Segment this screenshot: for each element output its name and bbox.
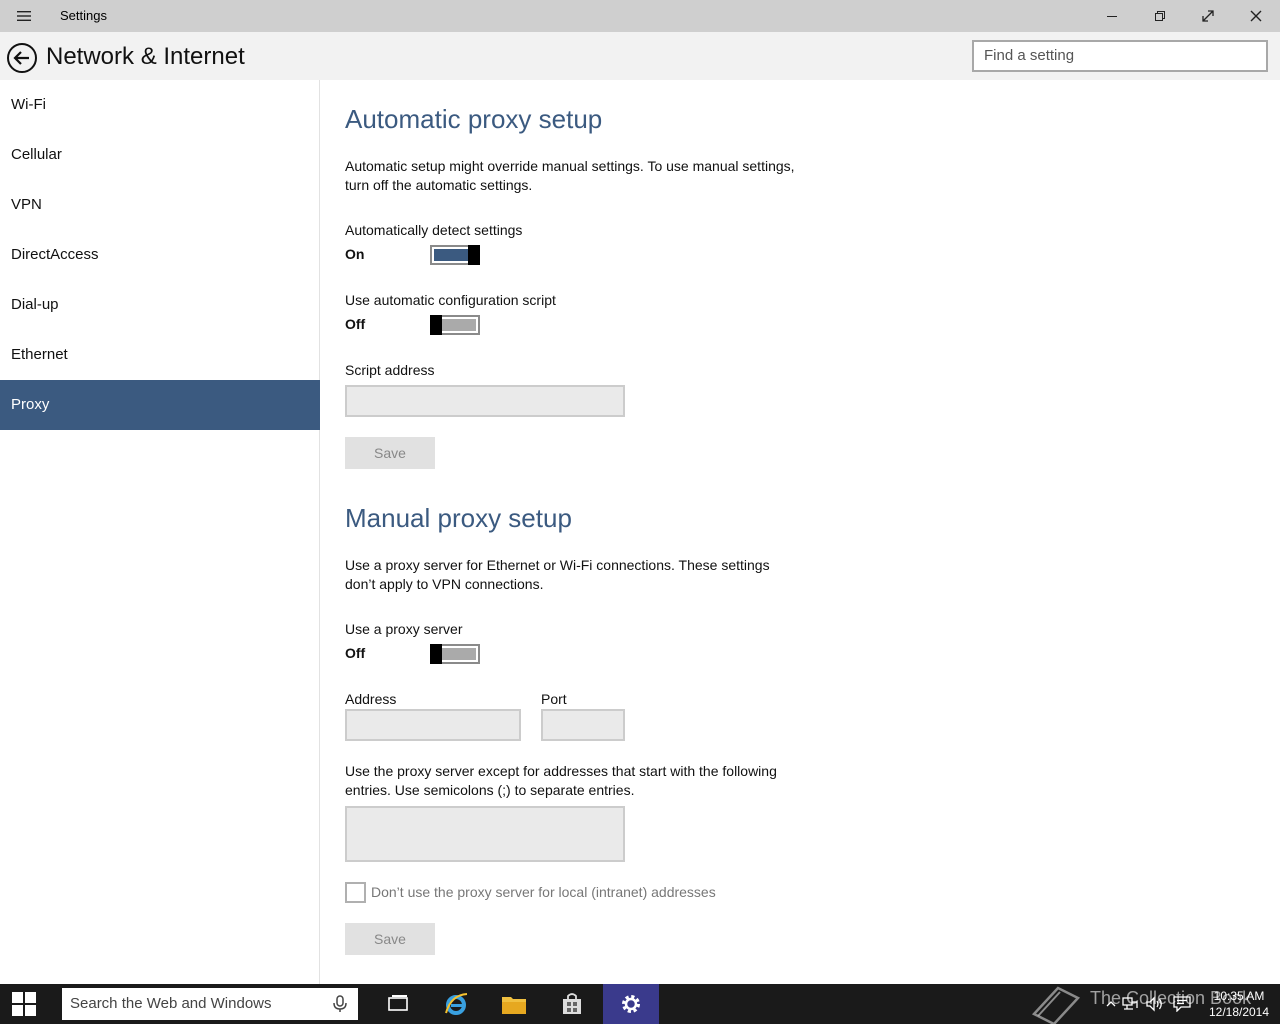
use-proxy-toggle[interactable] xyxy=(430,644,480,664)
clock-date: 12/18/2014 xyxy=(1208,1005,1270,1019)
proxy-port-input[interactable] xyxy=(541,709,625,741)
config-script-label: Use automatic configuration script xyxy=(345,292,556,308)
manual-proxy-heading: Manual proxy setup xyxy=(345,503,572,533)
store-icon[interactable] xyxy=(548,984,596,1024)
title-bar: Settings xyxy=(0,0,1280,32)
task-view-icon[interactable] xyxy=(374,984,422,1024)
system-tray xyxy=(1104,984,1196,1024)
windows-logo-icon xyxy=(12,992,36,1016)
local-addresses-checkbox[interactable] xyxy=(345,882,366,903)
manual-proxy-description: Use a proxy server for Ethernet or Wi-Fi… xyxy=(345,557,770,592)
fullscreen-button[interactable] xyxy=(1184,0,1232,32)
detect-settings-label: Automatically detect settings xyxy=(345,222,523,238)
settings-app-icon[interactable] xyxy=(603,984,659,1024)
action-center-icon[interactable] xyxy=(1168,984,1196,1024)
automatic-proxy-description: Automatic setup might override manual se… xyxy=(345,158,795,193)
sidebar-item-cellular[interactable]: Cellular xyxy=(0,130,320,180)
sidebar-item-proxy[interactable]: Proxy xyxy=(0,380,320,430)
back-button[interactable] xyxy=(6,42,38,74)
sidebar-item-dialup[interactable]: Dial-up xyxy=(0,280,320,330)
find-setting-input[interactable]: Find a setting xyxy=(972,40,1268,72)
toggle-thumb xyxy=(430,315,442,335)
internet-explorer-icon[interactable] xyxy=(432,984,480,1024)
sidebar: Wi-Fi Cellular VPN DirectAccess Dial-up … xyxy=(0,80,320,984)
volume-icon[interactable] xyxy=(1142,984,1168,1024)
script-address-label: Script address xyxy=(345,362,435,378)
config-script-toggle[interactable] xyxy=(430,315,480,335)
page-title: Network & Internet xyxy=(46,43,245,70)
sidebar-item-directaccess[interactable]: DirectAccess xyxy=(0,230,320,280)
hamburger-menu-icon[interactable] xyxy=(12,6,36,26)
network-icon[interactable] xyxy=(1118,984,1142,1024)
local-addresses-label: Don’t use the proxy server for local (in… xyxy=(371,884,716,900)
taskbar: Search the Web and Windows The Collectio… xyxy=(0,984,1280,1024)
detect-settings-state: On xyxy=(345,246,365,262)
clock-time: 10:35 AM xyxy=(1213,989,1265,1003)
sidebar-item-ethernet[interactable]: Ethernet xyxy=(0,330,320,380)
minimize-button[interactable] xyxy=(1088,0,1136,32)
app-title: Settings xyxy=(60,8,107,23)
address-label: Address xyxy=(345,691,397,707)
toggle-thumb xyxy=(430,644,442,664)
microphone-icon[interactable] xyxy=(330,994,350,1014)
taskbar-search-input[interactable]: Search the Web and Windows xyxy=(62,988,358,1020)
file-explorer-icon[interactable] xyxy=(490,984,538,1024)
show-hidden-icons-chevron-icon[interactable] xyxy=(1104,984,1118,1024)
automatic-save-button[interactable]: Save xyxy=(345,437,435,469)
taskbar-clock[interactable]: 10:35 AM 12/18/2014 xyxy=(1206,988,1272,1020)
watermark-book-icon xyxy=(1030,984,1082,1024)
script-address-input[interactable] xyxy=(345,385,625,417)
automatic-proxy-heading: Automatic proxy setup xyxy=(345,104,603,134)
close-button[interactable] xyxy=(1232,0,1280,32)
manual-save-button[interactable]: Save xyxy=(345,923,435,955)
use-proxy-label: Use a proxy server xyxy=(345,621,463,637)
proxy-address-input[interactable] xyxy=(345,709,521,741)
sidebar-item-vpn[interactable]: VPN xyxy=(0,180,320,230)
back-arrow-icon xyxy=(7,43,37,73)
config-script-state: Off xyxy=(345,316,366,332)
restore-button[interactable] xyxy=(1136,0,1184,32)
detect-settings-toggle[interactable] xyxy=(430,245,480,265)
toggle-thumb xyxy=(468,245,480,265)
use-proxy-state: Off xyxy=(345,645,366,661)
exceptions-description: Use the proxy server except for addresse… xyxy=(345,763,777,798)
start-button[interactable] xyxy=(0,984,48,1024)
port-label: Port xyxy=(541,691,567,707)
sidebar-item-wifi[interactable]: Wi-Fi xyxy=(0,80,320,130)
exceptions-input[interactable] xyxy=(345,806,625,862)
